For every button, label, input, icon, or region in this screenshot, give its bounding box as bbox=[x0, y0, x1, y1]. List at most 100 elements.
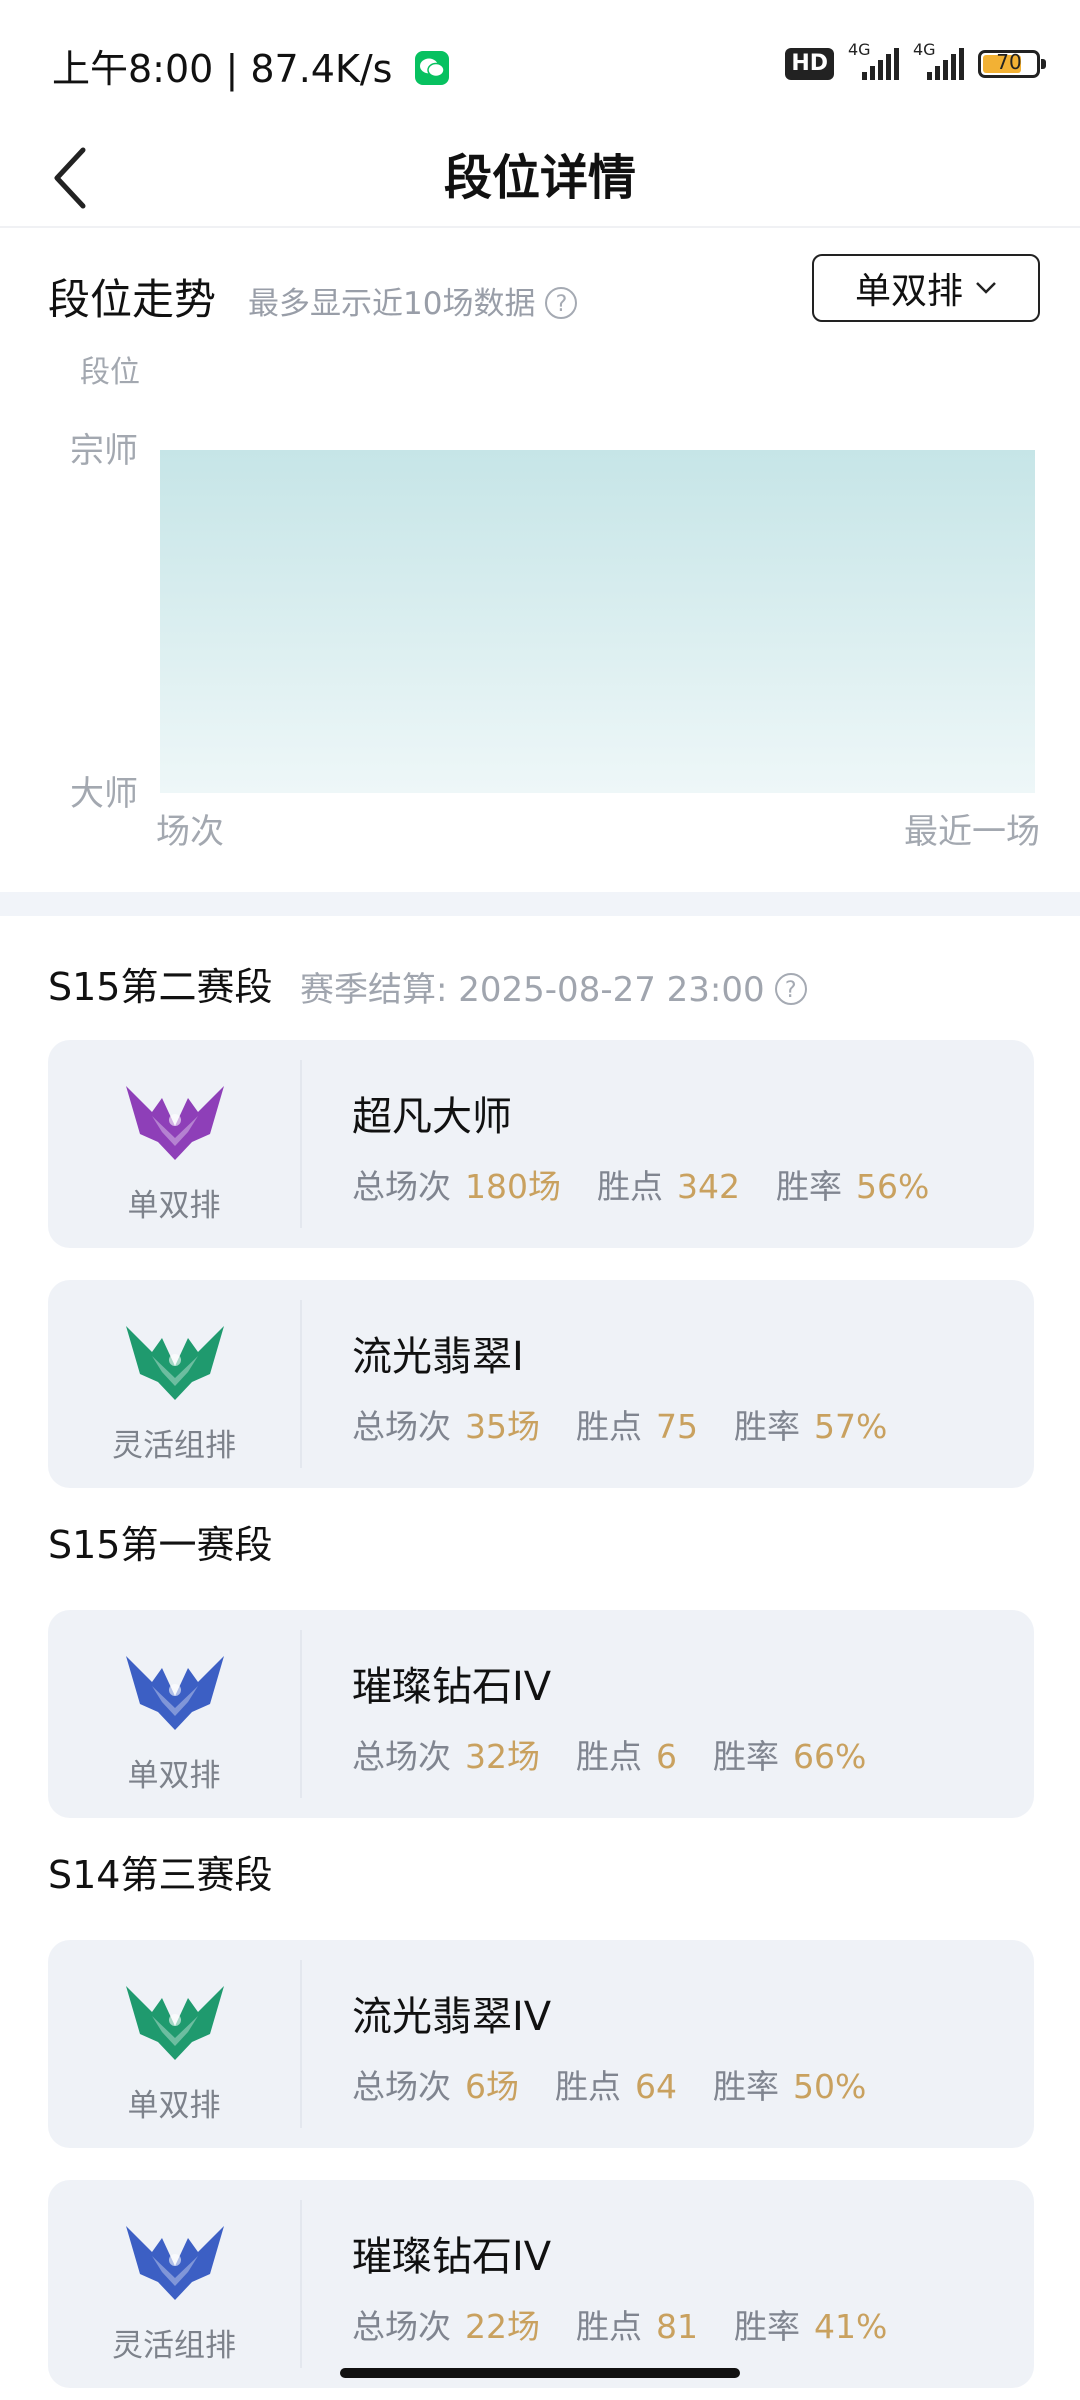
y-tick-label: 大师 bbox=[70, 774, 138, 814]
rank-card[interactable]: 灵活组排 流光翡翠I 总场次 35场 胜点 75 胜率 57% bbox=[48, 1280, 1034, 1488]
winrate-label: 胜率 bbox=[734, 1407, 800, 1446]
chart-ylabel: 段位 bbox=[80, 355, 140, 390]
card-divider bbox=[300, 1960, 302, 2128]
battery-icon: 70 bbox=[978, 50, 1046, 78]
rank-badge: 单双排 bbox=[48, 1040, 300, 1248]
rank-stats: 总场次 180场 胜点 342 胜率 56% bbox=[352, 1160, 965, 1208]
emerald-emblem-icon bbox=[126, 1986, 224, 2060]
season-title: S15第一赛段 bbox=[48, 1523, 273, 1567]
page-title: 段位详情 bbox=[443, 150, 636, 206]
card-divider bbox=[300, 2200, 302, 2368]
lp-value: 342 bbox=[677, 1167, 740, 1206]
rank-badge: 单双排 bbox=[48, 1610, 300, 1818]
help-icon[interactable]: ? bbox=[545, 286, 578, 319]
rank-card[interactable]: 单双排 璀璨钻石IV 总场次 32场 胜点 6 胜率 66% bbox=[48, 1610, 1034, 1818]
games-value: 22场 bbox=[465, 2307, 540, 2346]
winrate-value: 56% bbox=[856, 1167, 930, 1206]
lp-value: 64 bbox=[635, 2067, 677, 2106]
rank-card[interactable]: 单双排 超凡大师总场次 180场 胜点 342 胜率 56% bbox=[48, 1040, 1034, 1248]
games-label: 总场次 bbox=[352, 1167, 451, 1206]
status-indicators: HD 4G 4G 70 bbox=[785, 40, 1046, 84]
games-label: 总场次 bbox=[352, 1407, 451, 1446]
clock: 上午8:00 bbox=[52, 47, 214, 91]
trend-title: 段位走势 bbox=[48, 275, 217, 324]
rank-stats: 总场次 35场 胜点 75 胜率 57% bbox=[352, 1400, 923, 1448]
rank-stats: 总场次 6场 胜点 64 胜率 50% bbox=[352, 2060, 902, 2108]
queue-label: 灵活组排 bbox=[112, 1428, 236, 1464]
season-settlement-text: 赛季结算: 2025-08-27 23:00 bbox=[300, 970, 765, 1010]
lp-label: 胜点 bbox=[555, 2067, 621, 2106]
status-bar: 上午8:00 | 87.4K/s HD 4G 4G 70 bbox=[0, 0, 1080, 130]
winrate-value: 57% bbox=[814, 1407, 888, 1446]
home-indicator[interactable] bbox=[340, 2368, 740, 2378]
network-speed: 87.4K/s bbox=[250, 47, 393, 91]
signal-1-icon: 4G bbox=[848, 40, 899, 80]
trend-header: 段位走势 最多显示近10场数据? 单双排 bbox=[48, 254, 1040, 334]
winrate-label: 胜率 bbox=[713, 2067, 779, 2106]
master-emblem-icon bbox=[126, 1086, 224, 1160]
y-tick-label: 宗师 bbox=[70, 431, 138, 471]
chevron-down-icon bbox=[976, 282, 996, 294]
rank-stats: 总场次 32场 胜点 6 胜率 66% bbox=[352, 1730, 902, 1778]
rank-badge: 灵活组排 bbox=[48, 1280, 300, 1488]
winrate-label: 胜率 bbox=[734, 2307, 800, 2346]
queue-select-label: 单双排 bbox=[854, 271, 963, 312]
lp-value: 81 bbox=[656, 2307, 698, 2346]
season-title: S14第三赛段 bbox=[48, 1853, 273, 1897]
trend-area bbox=[160, 450, 1035, 793]
queue-label: 单双排 bbox=[127, 1758, 221, 1794]
games-label: 总场次 bbox=[352, 2307, 451, 2346]
winrate-label: 胜率 bbox=[713, 1737, 779, 1776]
season-title: S15第二赛段 bbox=[48, 965, 273, 1009]
queue-label: 单双排 bbox=[127, 2088, 221, 2124]
signal-2-icon: 4G bbox=[913, 40, 964, 80]
lp-label: 胜点 bbox=[576, 1407, 642, 1446]
games-label: 总场次 bbox=[352, 1737, 451, 1776]
queue-type-select[interactable]: 单双排 bbox=[812, 254, 1040, 322]
trend-subtitle: 最多显示近10场数据? bbox=[248, 278, 578, 323]
hd-volte-icon: HD bbox=[785, 48, 834, 80]
section-divider bbox=[0, 892, 1080, 916]
wechat-notification-icon bbox=[414, 50, 449, 85]
status-separator: | bbox=[225, 47, 239, 91]
rank-card[interactable]: 单双排 流光翡翠IV 总场次 6场 胜点 64 胜率 50% bbox=[48, 1940, 1034, 2148]
rank-name: 超凡大师 bbox=[352, 1094, 512, 1140]
queue-label: 单双排 bbox=[127, 1188, 221, 1224]
lp-value: 75 bbox=[656, 1407, 698, 1446]
rank-badge: 灵活组排 bbox=[48, 2180, 300, 2388]
games-value: 35场 bbox=[465, 1407, 540, 1446]
rank-name: 流光翡翠I bbox=[352, 1334, 524, 1380]
rank-name: 璀璨钻石IV bbox=[352, 2234, 552, 2280]
games-value: 6场 bbox=[465, 2067, 519, 2106]
trend-subtitle-text: 最多显示近10场数据 bbox=[248, 286, 536, 322]
winrate-value: 66% bbox=[793, 1737, 867, 1776]
rank-stats: 总场次 22场 胜点 81 胜率 41% bbox=[352, 2300, 923, 2348]
winrate-label: 胜率 bbox=[776, 1167, 842, 1206]
signal-1-label: 4G bbox=[848, 40, 871, 59]
navbar: 段位详情 bbox=[0, 130, 1080, 228]
help-icon[interactable]: ? bbox=[774, 972, 807, 1005]
x-tick-label: 最近一场 bbox=[904, 812, 1040, 852]
winrate-value: 41% bbox=[814, 2307, 888, 2346]
x-tick-label: 场次 bbox=[156, 812, 224, 852]
games-value: 32场 bbox=[465, 1737, 540, 1776]
games-label: 总场次 bbox=[352, 2067, 451, 2106]
emerald-emblem-icon bbox=[126, 1326, 224, 1400]
rank-badge: 单双排 bbox=[48, 1940, 300, 2148]
season-settlement: 赛季结算: 2025-08-27 23:00? bbox=[300, 962, 807, 1011]
winrate-value: 50% bbox=[793, 2067, 867, 2106]
rank-name: 流光翡翠IV bbox=[352, 1994, 552, 2040]
rank-trend-chart: 段位 宗师大师 场次 最近一场 bbox=[70, 355, 1040, 852]
lp-label: 胜点 bbox=[597, 1167, 663, 1206]
rank-name: 璀璨钻石IV bbox=[352, 1664, 552, 1710]
rank-card[interactable]: 灵活组排 璀璨钻石IV 总场次 22场 胜点 81 胜率 41% bbox=[48, 2180, 1034, 2388]
diamond-emblem-icon bbox=[126, 2226, 224, 2300]
status-time: 上午8:00 | 87.4K/s bbox=[52, 38, 449, 93]
battery-level: 70 bbox=[996, 50, 1022, 74]
games-value: 180场 bbox=[465, 1167, 561, 1206]
signal-2-label: 4G bbox=[913, 40, 936, 59]
card-divider bbox=[300, 1630, 302, 1798]
lp-value: 6 bbox=[656, 1737, 677, 1776]
diamond-emblem-icon bbox=[126, 1656, 224, 1730]
queue-label: 灵活组排 bbox=[112, 2328, 236, 2364]
